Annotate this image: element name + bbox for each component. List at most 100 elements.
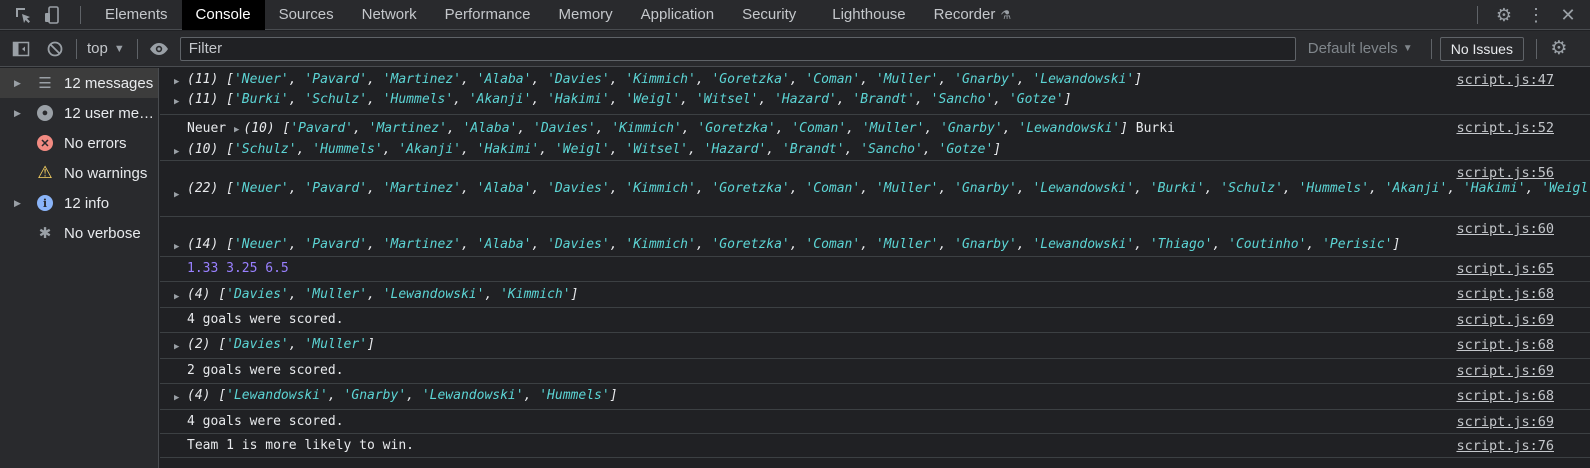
array-item: 'Hazard' (703, 142, 767, 157)
expand-arrow-icon[interactable]: ▶ (174, 94, 179, 110)
array-separator: , (531, 237, 548, 252)
tab-memory[interactable]: Memory (545, 0, 627, 30)
array-item: 'Burki' (1149, 181, 1205, 196)
sidebar-item-warnings[interactable]: ⚠ No warnings (0, 158, 158, 188)
array-separator: , (382, 142, 399, 157)
array-item: 'Muller' (875, 72, 939, 87)
inspect-icon[interactable] (8, 0, 38, 30)
console-message: script.js:60 ▶ (14) ['Neuer', 'Pavard', '… (160, 217, 1590, 257)
array-preview[interactable]: (4) ['Davies', 'Muller', 'Lewandowski', … (187, 287, 578, 302)
sidebar-item-messages[interactable]: ▶ ☰ 12 messages (0, 68, 158, 98)
expand-arrow-icon[interactable]: ▶ (14, 108, 34, 119)
array-item: 'Akanji' (468, 92, 532, 107)
array-item: 'Akanji' (1384, 181, 1448, 196)
array-separator: , (460, 72, 477, 87)
info-icon: i (34, 194, 56, 212)
gear-icon[interactable]: ⚙ (1488, 0, 1520, 30)
console-message: script.js:69 4 goals were scored. (160, 410, 1590, 434)
issues-button[interactable]: No Issues (1439, 36, 1524, 61)
tab-elements[interactable]: Elements (91, 0, 182, 30)
array-item: 'Neuer' (233, 237, 289, 252)
expand-arrow-icon[interactable]: ▶ (174, 390, 179, 406)
context-selector[interactable]: top ▼ (81, 40, 133, 57)
array-separator: , (1204, 181, 1221, 196)
tab-performance[interactable]: Performance (431, 0, 545, 30)
array-separator: , (1134, 181, 1150, 196)
expand-arrow-icon[interactable]: ▶ (174, 187, 179, 203)
array-separator: , (288, 237, 305, 252)
expand-arrow-icon[interactable]: ▶ (174, 74, 179, 90)
array-item: 'Schulz' (304, 92, 368, 107)
array-preview[interactable]: (22) ['Neuer', 'Pavard', 'Martinez', 'Al… (187, 181, 1590, 196)
array-separator: , (695, 72, 712, 87)
filter-input[interactable] (179, 36, 1296, 61)
console-sidebar: ▶ ☰ 12 messages ▶ ● 12 user me… ✕ No err… (0, 68, 159, 468)
array-item: 'Hummels' (539, 388, 610, 403)
expand-arrow-icon[interactable]: ▶ (14, 78, 34, 89)
array-item: 'Pavard' (304, 237, 368, 252)
array-item: 'Alaba' (462, 121, 518, 136)
expand-arrow-icon[interactable]: ▶ (174, 239, 179, 255)
expand-arrow-icon[interactable]: ▶ (174, 144, 179, 160)
tab-security[interactable]: Security (728, 0, 818, 30)
log-line: ▶ (10) ['Schulz', 'Hummels', 'Akanji', 'H… (174, 138, 1530, 158)
array-item: 'Witsel' (625, 142, 688, 157)
tabbar-divider (80, 5, 81, 24)
array-item: 'Gnarby' (954, 181, 1017, 196)
eye-icon[interactable] (142, 31, 176, 67)
array-length: (22) (187, 181, 227, 196)
array-item: 'Goretzka' (711, 237, 790, 252)
array-item: 'Kimmich' (625, 237, 696, 252)
tab-sources[interactable]: Sources (265, 0, 348, 30)
log-text: Team 1 is more likely to win. (187, 438, 414, 453)
tab-console[interactable]: Console (181, 0, 265, 30)
expand-arrow-icon[interactable]: ▶ (14, 198, 34, 209)
tab-recorder[interactable]: Recorder ⚗ (920, 0, 1025, 30)
array-length: (4) (187, 388, 219, 403)
array-separator: , (446, 121, 463, 136)
array-preview[interactable]: (11) ['Burki', 'Schulz', 'Hummels', 'Aka… (187, 92, 1072, 107)
array-item: 'Martinez' (382, 72, 461, 87)
array-preview[interactable]: (4) ['Lewandowski', 'Gnarby', 'Lewandows… (187, 388, 618, 403)
array-item: 'Brandt' (852, 92, 916, 107)
array-separator: , (288, 72, 305, 87)
sidebar-item-user-messages[interactable]: ▶ ● 12 user me… (0, 98, 158, 128)
tab-network[interactable]: Network (348, 0, 431, 30)
sidebar-toggle-icon[interactable] (4, 31, 38, 67)
log-levels-dropdown[interactable]: Default levels ▼ (1296, 40, 1427, 57)
sidebar-item-info[interactable]: ▶ i 12 info (0, 188, 158, 218)
array-separator: , (695, 181, 712, 196)
array-preview[interactable]: (10) ['Schulz', 'Hummels', 'Akanji', 'Ha… (187, 142, 1001, 157)
sidebar-item-verbose[interactable]: ✱ No verbose (0, 218, 158, 248)
console-settings-gear-icon[interactable]: ⚙ (1541, 31, 1577, 67)
expand-arrow-icon[interactable]: ▶ (174, 289, 179, 305)
array-item: 'Gotze' (1008, 92, 1064, 107)
console-message: script.js:52 Neuer ▶ (10) ['Pavard', 'Mar… (160, 115, 1590, 161)
device-toggle-icon[interactable] (38, 0, 68, 30)
expand-arrow-icon[interactable]: ▶ (174, 339, 179, 355)
array-separator: , (288, 337, 305, 352)
array-separator: , (1002, 121, 1019, 136)
close-icon[interactable]: ✕ (1552, 0, 1584, 30)
array-preview[interactable]: (2) ['Davies', 'Muller'] (187, 337, 375, 352)
tab-lighthouse[interactable]: Lighthouse (818, 0, 919, 30)
array-separator: , (1016, 72, 1033, 87)
array-preview[interactable]: (10) ['Pavard', 'Martinez', 'Alaba', 'Da… (243, 121, 1128, 136)
array-separator: , (1447, 181, 1463, 196)
array-separator: , (789, 237, 806, 252)
expand-arrow-icon[interactable]: ▶ (234, 125, 239, 135)
array-item: 'Coman' (805, 181, 861, 196)
more-vertical-icon[interactable]: ⋮ (1520, 0, 1552, 30)
array-item: 'Coutinho' (1228, 237, 1307, 252)
source-link[interactable]: script.js:60 (1456, 221, 1554, 237)
tab-application[interactable]: Application (627, 0, 728, 30)
sidebar-item-label: No verbose (64, 224, 141, 242)
array-preview[interactable]: (14) ['Neuer', 'Pavard', 'Martinez', 'Al… (187, 237, 1400, 252)
array-item: 'Martinez' (382, 181, 461, 196)
array-separator: , (993, 92, 1009, 107)
array-length: (11) (187, 72, 227, 87)
sidebar-item-errors[interactable]: ✕ No errors (0, 128, 158, 158)
clear-console-icon[interactable] (38, 31, 72, 67)
source-link[interactable]: script.js:56 (1456, 165, 1554, 181)
array-preview[interactable]: (11) ['Neuer', 'Pavard', 'Martinez', 'Al… (187, 72, 1142, 87)
